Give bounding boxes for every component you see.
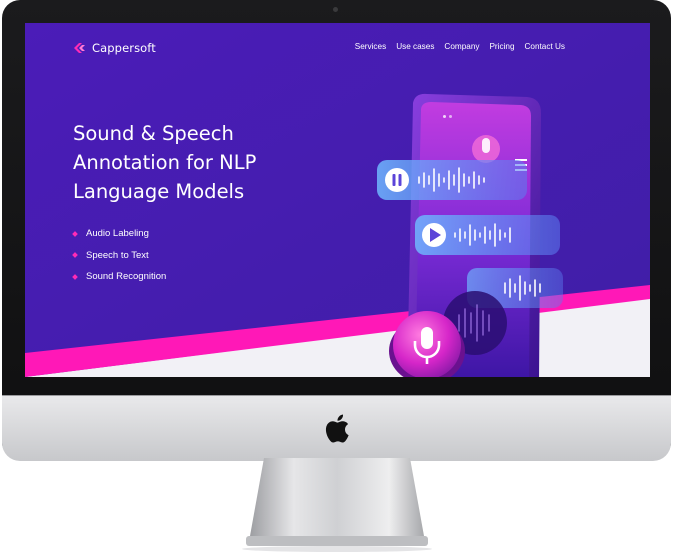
bullet-icon <box>72 252 78 259</box>
nav-contact-us[interactable]: Contact Us <box>525 42 566 51</box>
nav-company[interactable]: Company <box>444 42 479 51</box>
voice-message-bubble-1 <box>377 160 527 200</box>
brand-name: Cappersoft <box>92 41 156 55</box>
headline-line-3: Language Models <box>73 180 245 203</box>
nav-services[interactable]: Services <box>355 42 386 51</box>
bullet-icon <box>72 230 78 237</box>
feature-label: Speech to Text <box>86 249 149 261</box>
website-screen: Cappersoft Services Use cases Company Pr… <box>25 23 650 377</box>
feature-item-audio-labeling: Audio Labeling <box>72 223 166 245</box>
bullet-icon <box>72 273 78 280</box>
phone-illustration <box>377 93 563 377</box>
feature-label: Audio Labeling <box>86 228 149 240</box>
feature-list: Audio Labeling Speech to Text Sound Reco… <box>72 223 167 288</box>
webcam <box>333 7 338 12</box>
apple-logo-icon <box>322 412 350 449</box>
voice-message-bubble-2 <box>415 215 560 255</box>
cappersoft-logo-icon <box>74 43 85 53</box>
nav-menu: Services Use cases Company Pricing Conta… <box>355 42 565 51</box>
top-navigation: Cappersoft Services Use cases Company Pr… <box>25 23 650 73</box>
brand[interactable]: Cappersoft <box>72 41 156 55</box>
feature-item-sound-recognition: Sound Recognition <box>72 266 167 288</box>
feature-label: Sound Recognition <box>86 271 167 283</box>
headline-line-2: Annotation for NLP <box>73 151 257 174</box>
headline-line-1: Sound & Speech <box>73 122 234 145</box>
hero-headline: Sound & Speech Annotation for NLP Langua… <box>73 119 333 206</box>
nav-use-cases[interactable]: Use cases <box>396 42 434 51</box>
imac-stand <box>236 458 438 553</box>
nav-pricing[interactable]: Pricing <box>489 42 514 51</box>
feature-item-speech-to-text: Speech to Text <box>72 245 166 267</box>
